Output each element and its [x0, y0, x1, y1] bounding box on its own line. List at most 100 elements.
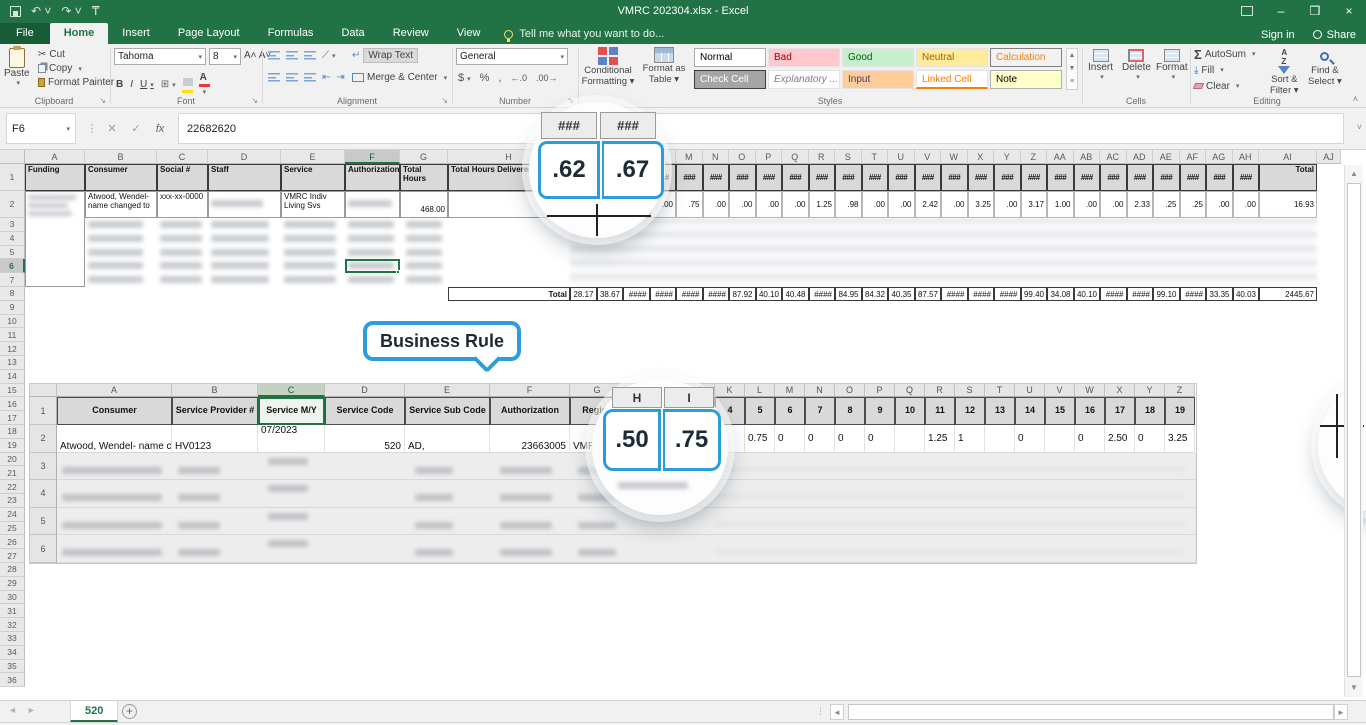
- t1-total-cell[interactable]: 87.57: [915, 287, 942, 301]
- t1-hash-AC[interactable]: ###: [1100, 164, 1127, 191]
- row-header-35[interactable]: 35: [0, 660, 25, 674]
- t1-total-cell[interactable]: ####: [968, 287, 995, 301]
- comma-style-button[interactable]: ,: [498, 72, 501, 84]
- t1-total-label[interactable]: Total: [448, 287, 570, 301]
- t1-social-cell[interactable]: xxx-xx-0000: [157, 191, 208, 218]
- t1-total-cell[interactable]: ####: [1100, 287, 1127, 301]
- formula-input[interactable]: 22682620: [178, 113, 1344, 144]
- column-header-B[interactable]: B: [85, 150, 157, 164]
- row-header-4[interactable]: 4: [0, 232, 25, 246]
- new-sheet-icon[interactable]: +: [122, 704, 137, 719]
- t1-hash-AF[interactable]: ###: [1180, 164, 1207, 191]
- row-header-23[interactable]: 23: [0, 494, 25, 508]
- t1-cell[interactable]: .00: [1100, 191, 1127, 218]
- column-header-AA[interactable]: AA: [1047, 150, 1074, 164]
- t1-service-cell[interactable]: VMRC Indiv Living Svs: [281, 191, 345, 218]
- t1-cell[interactable]: .00: [729, 191, 756, 218]
- t1-hash-T[interactable]: ###: [862, 164, 889, 191]
- t1-hash-V[interactable]: ###: [915, 164, 942, 191]
- sheet-tab-520[interactable]: 520: [70, 701, 118, 722]
- row-header-24[interactable]: 24: [0, 508, 25, 522]
- tab-insert[interactable]: Insert: [108, 23, 164, 44]
- column-header-AJ[interactable]: AJ: [1317, 150, 1341, 164]
- cancel-entry-icon[interactable]: ✕: [100, 113, 124, 144]
- row-header-14[interactable]: 14: [0, 370, 25, 384]
- cell-style-explanatory-[interactable]: Explanatory ...: [768, 70, 840, 89]
- row-header-6[interactable]: 6: [0, 259, 25, 273]
- t1-total-cell[interactable]: 40.10: [756, 287, 783, 301]
- t1-total-cell[interactable]: ####: [650, 287, 677, 301]
- format-painter-button[interactable]: Format Painter: [38, 77, 114, 88]
- column-header-O[interactable]: O: [729, 150, 756, 164]
- t1-cell[interactable]: .75: [676, 191, 703, 218]
- t1-total-cell[interactable]: 38.67: [597, 287, 624, 301]
- copy-button[interactable]: Copy▾: [38, 63, 82, 74]
- t1-cell[interactable]: 3.17: [1021, 191, 1048, 218]
- t1-cell[interactable]: 1.25: [809, 191, 836, 218]
- undo-icon[interactable]: ↶ ˅: [31, 4, 51, 18]
- t1-header-D[interactable]: Staff: [208, 164, 281, 191]
- t1-hash-Y[interactable]: ###: [994, 164, 1021, 191]
- cell-style-bad[interactable]: Bad: [768, 48, 840, 67]
- t1-total-cell[interactable]: 99.10: [1153, 287, 1180, 301]
- align-top-icon[interactable]: [268, 51, 280, 60]
- t1-header-B[interactable]: Consumer: [85, 164, 157, 191]
- t1-total-cell[interactable]: 34.08: [1047, 287, 1074, 301]
- t1-total-cell[interactable]: 28.17: [570, 287, 597, 301]
- bold-button[interactable]: B: [116, 79, 123, 90]
- align-center-icon[interactable]: [286, 73, 298, 82]
- tab-home[interactable]: Home: [50, 23, 109, 44]
- t1-total-cell[interactable]: 40.35: [888, 287, 915, 301]
- row-header-34[interactable]: 34: [0, 646, 25, 660]
- sheet-nav-arrows[interactable]: ◄►: [8, 705, 46, 715]
- column-header-F[interactable]: F: [345, 150, 400, 164]
- t1-cell[interactable]: .00: [1233, 191, 1260, 218]
- cell-style-good[interactable]: Good: [842, 48, 914, 67]
- column-header-Q[interactable]: Q: [782, 150, 809, 164]
- t1-hash-AE[interactable]: ###: [1153, 164, 1180, 191]
- align-right-icon[interactable]: [304, 73, 316, 82]
- t1-hash-AH[interactable]: ###: [1233, 164, 1260, 191]
- number-format-combo[interactable]: General▾: [456, 48, 568, 65]
- format-cells-button[interactable]: Format▾: [1156, 49, 1188, 81]
- row-header-33[interactable]: 33: [0, 632, 25, 646]
- t1-hash-W[interactable]: ###: [941, 164, 968, 191]
- column-header-X[interactable]: X: [968, 150, 995, 164]
- t1-total-cell[interactable]: ####: [1127, 287, 1154, 301]
- t1-header-AI[interactable]: Total: [1259, 164, 1317, 191]
- t1-cell[interactable]: .00: [941, 191, 968, 218]
- cell-style-input[interactable]: Input: [842, 70, 914, 89]
- cell-style-linked-cell[interactable]: Linked Cell: [916, 70, 988, 89]
- t1-total-cell[interactable]: ####: [703, 287, 730, 301]
- t1-cell[interactable]: .00: [888, 191, 915, 218]
- row-header-20[interactable]: 20: [0, 453, 25, 467]
- t1-cell[interactable]: .98: [835, 191, 862, 218]
- t1-consumer-cell[interactable]: Atwood, Wendel- name changed to: [85, 191, 157, 218]
- align-bottom-icon[interactable]: [304, 51, 316, 60]
- format-as-table-button[interactable]: Format asTable ▾: [638, 47, 690, 85]
- row-header-22[interactable]: 22: [0, 480, 25, 494]
- t1-cell[interactable]: .00: [782, 191, 809, 218]
- t1-grand-total-cell[interactable]: 2445.67: [1259, 287, 1317, 301]
- t1-header-F[interactable]: Authorization: [345, 164, 400, 191]
- t1-cell[interactable]: .00: [1206, 191, 1233, 218]
- cell-style-normal[interactable]: Normal: [694, 48, 766, 67]
- row-header-3[interactable]: 3: [0, 218, 25, 232]
- t1-cell[interactable]: .00: [1074, 191, 1101, 218]
- name-box[interactable]: F6▾: [6, 113, 76, 144]
- share-button[interactable]: Share: [1313, 29, 1356, 41]
- tab-file[interactable]: File: [0, 23, 50, 44]
- t1-header-G[interactable]: Total Hours: [400, 164, 448, 191]
- font-dialog-launcher-icon[interactable]: ↘: [251, 96, 258, 105]
- column-header-S[interactable]: S: [835, 150, 862, 164]
- row-header-18[interactable]: 18: [0, 425, 25, 439]
- row-header-30[interactable]: 30: [0, 591, 25, 605]
- t1-header-C[interactable]: Social #: [157, 164, 208, 191]
- find-select-button[interactable]: Find &Select ▾: [1308, 52, 1342, 87]
- row-header-7[interactable]: 7: [0, 273, 25, 287]
- row-header-17[interactable]: 17: [0, 411, 25, 425]
- styles-gallery-scroll[interactable]: ▲▼≡: [1066, 48, 1078, 90]
- row-header-2[interactable]: 2: [0, 191, 25, 218]
- column-header-AB[interactable]: AB: [1074, 150, 1101, 164]
- column-header-N[interactable]: N: [703, 150, 730, 164]
